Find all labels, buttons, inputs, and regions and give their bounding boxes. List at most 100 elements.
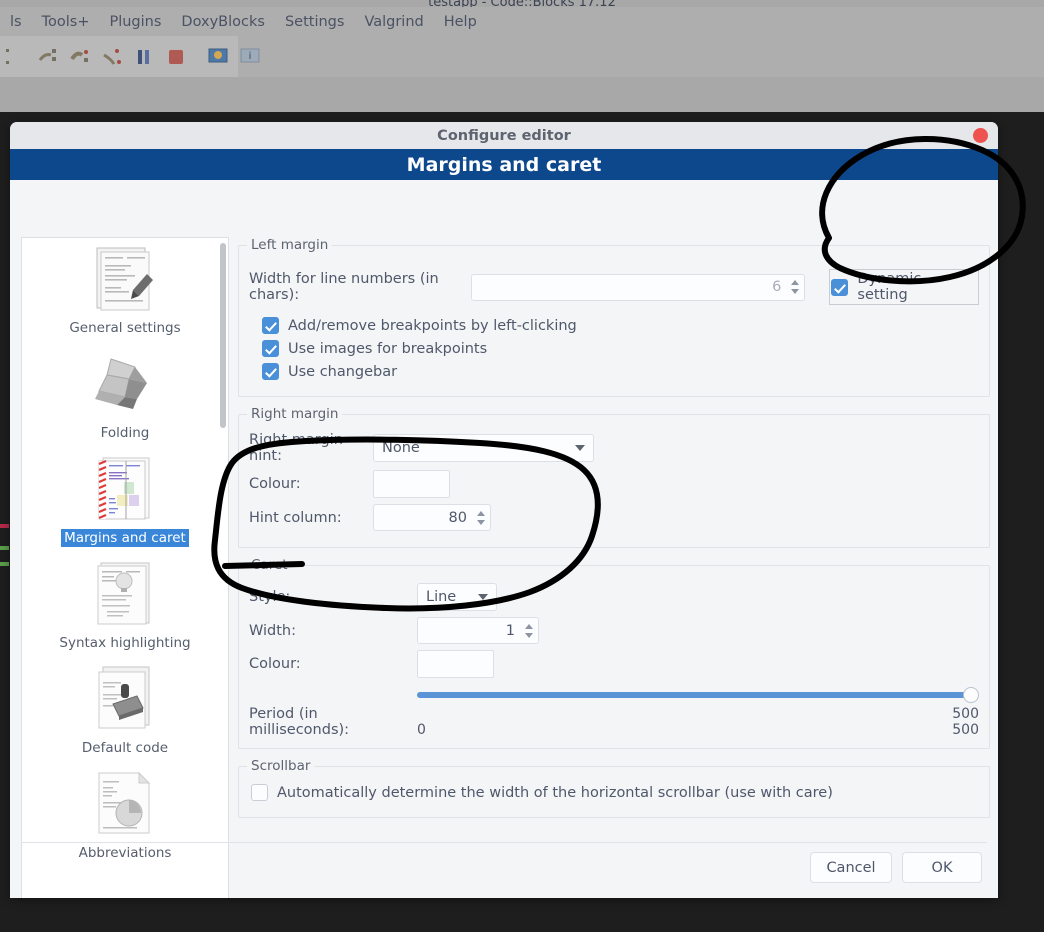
debug-step-out-icon[interactable] — [37, 46, 59, 68]
close-icon[interactable] — [973, 128, 988, 143]
caret-width-value[interactable]: 1 — [418, 618, 521, 643]
menu-bar: ls Tools+ Plugins DoxyBlocks Settings Va… — [0, 7, 1044, 36]
debugging-windows-icon[interactable] — [207, 46, 229, 68]
dynamic-setting-checkbox-row[interactable]: Dynamic setting — [829, 269, 979, 305]
right-margin-colour-picker[interactable] — [373, 470, 450, 498]
chevron-up-icon[interactable] — [524, 623, 533, 629]
menu-item-doxyblocks[interactable]: DoxyBlocks — [171, 14, 275, 30]
auto-scrollbar-width-checkbox[interactable] — [251, 784, 268, 801]
menu-item-ls[interactable]: ls — [0, 14, 32, 30]
debug-step-into-instruction-icon[interactable] — [101, 46, 123, 68]
toolbar: i — [0, 36, 1044, 77]
use-images-for-breakpoints-row[interactable]: Use images for breakpoints — [262, 340, 979, 357]
various-info-icon[interactable]: i — [239, 46, 261, 68]
group-caret: Caret Style: Line Width: 1 Colour: Perio… — [238, 557, 990, 749]
settings-panel: Left margin Width for line numbers (in c… — [238, 237, 990, 827]
caret-period-slider[interactable] — [417, 684, 979, 706]
menu-item-tools-plus[interactable]: Tools+ — [32, 14, 100, 30]
use-images-for-breakpoints-checkbox[interactable] — [262, 340, 279, 357]
chevron-up-icon[interactable] — [790, 280, 799, 285]
caret-period-label: Period (in milliseconds): — [249, 706, 350, 738]
editor-marker-red — [0, 524, 9, 528]
stepper-arrows[interactable] — [521, 618, 538, 643]
sidebar-item-label: General settings — [69, 320, 181, 336]
hint-column-label: Hint column: — [249, 509, 342, 526]
window-title: testapp - Code::Blocks 17.12 — [0, 0, 1044, 7]
sidebar-item-margins-and-caret[interactable]: Margins and caret — [22, 448, 228, 553]
dynamic-setting-checkbox[interactable] — [831, 278, 849, 296]
row-caret-colour: Colour: — [249, 650, 979, 678]
chevron-down-icon[interactable] — [575, 445, 585, 451]
sidebar-item-general-settings[interactable]: General settings — [22, 238, 228, 343]
use-changebar-label: Use changebar — [288, 363, 398, 380]
hint-column-value[interactable]: 80 — [374, 505, 473, 530]
add-remove-breakpoints-row[interactable]: Add/remove breakpoints by left-clicking — [262, 317, 979, 334]
width-for-line-numbers-value[interactable]: 6 — [472, 275, 788, 300]
sidebar-scrollbar[interactable] — [219, 239, 227, 898]
auto-scrollbar-width-row[interactable]: Automatically determine the width of the… — [251, 784, 979, 801]
chevron-down-icon[interactable] — [478, 594, 488, 600]
caret-width-stepper[interactable]: 1 — [417, 617, 539, 644]
caret-colour-picker[interactable] — [417, 650, 494, 678]
chevron-down-icon[interactable] — [524, 632, 533, 638]
sidebar-item-syntax-highlighting[interactable]: Syntax highlighting — [22, 553, 228, 658]
width-for-line-numbers-stepper[interactable]: 6 — [470, 273, 806, 301]
document-margins-icon — [81, 454, 169, 526]
menu-item-valgrind[interactable]: Valgrind — [354, 14, 433, 30]
cancel-button[interactable]: Cancel — [810, 852, 892, 883]
caret-style-label: Style: — [249, 589, 291, 605]
editor-marker-green-2 — [0, 562, 9, 566]
svg-text:i: i — [249, 51, 252, 62]
sidebar-scrollbar-thumb[interactable] — [220, 243, 226, 428]
add-remove-breakpoints-label: Add/remove breakpoints by left-clicking — [288, 317, 577, 334]
sidebar-item-label: Default code — [81, 740, 169, 756]
caret-style-select[interactable]: Line — [417, 583, 497, 611]
caret-width-label: Width: — [249, 622, 297, 639]
caret-colour-label: Colour: — [249, 656, 301, 672]
chevron-up-icon[interactable] — [476, 510, 485, 516]
row-caret-width: Width: 1 — [249, 617, 979, 644]
dialog-title: Configure editor — [437, 127, 571, 144]
debug-break-icon[interactable] — [133, 46, 155, 68]
origami-icon — [81, 349, 169, 421]
group-right-margin-legend: Right margin — [251, 406, 339, 422]
menu-item-settings[interactable]: Settings — [275, 14, 354, 30]
chevron-down-icon[interactable] — [476, 519, 485, 525]
right-margin-hint-select[interactable]: None — [373, 434, 594, 462]
auto-scrollbar-width-label: Automatically determine the width of the… — [277, 784, 833, 801]
sidebar-item-label: Abbreviations — [78, 845, 172, 861]
hint-column-stepper[interactable]: 80 — [373, 504, 491, 531]
debug-step-into-icon[interactable] — [5, 46, 27, 68]
sidebar-item-folding[interactable]: Folding — [22, 343, 228, 448]
group-scrollbar-legend: Scrollbar — [251, 758, 311, 774]
menu-item-plugins[interactable]: Plugins — [99, 14, 171, 30]
use-changebar-row[interactable]: Use changebar — [262, 363, 979, 380]
sidebar-item-abbreviations[interactable]: Abbreviations — [22, 763, 228, 868]
stepper-arrows[interactable] — [473, 505, 490, 530]
window-titlebar: testapp - Code::Blocks 17.12 — [0, 0, 1044, 7]
debug-next-instruction-icon[interactable] — [69, 46, 91, 68]
sidebar-item-label: Folding — [100, 425, 150, 441]
settings-sidebar[interactable]: General settings Folding Margins and car… — [21, 237, 229, 898]
group-right-margin: Right margin Right margin hint: None Col… — [238, 406, 990, 548]
use-changebar-checkbox[interactable] — [262, 363, 279, 380]
add-remove-breakpoints-checkbox[interactable] — [262, 317, 279, 334]
row-right-margin-hint: Right margin hint: None — [249, 432, 979, 464]
document-pencil-icon — [81, 244, 169, 316]
debug-stop-icon[interactable] — [165, 46, 187, 68]
slider-thumb[interactable] — [963, 687, 979, 703]
ok-button[interactable]: OK — [902, 852, 982, 883]
dialog-page-header: Margins and caret — [10, 149, 998, 180]
editor-marker-green-1 — [0, 546, 9, 550]
row-width-for-line-numbers: Width for line numbers (in chars): 6 Dyn… — [249, 263, 979, 311]
chevron-down-icon[interactable] — [790, 289, 799, 294]
document-lightbulb-icon — [81, 559, 169, 631]
stepper-arrows[interactable] — [787, 275, 804, 300]
caret-style-value: Line — [426, 589, 457, 605]
slider-track[interactable] — [417, 692, 969, 698]
sidebar-item-default-code[interactable]: Default code — [22, 658, 228, 763]
use-images-for-breakpoints-label: Use images for breakpoints — [288, 340, 488, 357]
width-for-line-numbers-label: Width for line numbers (in chars): — [249, 271, 439, 303]
menu-item-help[interactable]: Help — [434, 14, 487, 30]
debugger-toolbar: i — [0, 36, 260, 77]
